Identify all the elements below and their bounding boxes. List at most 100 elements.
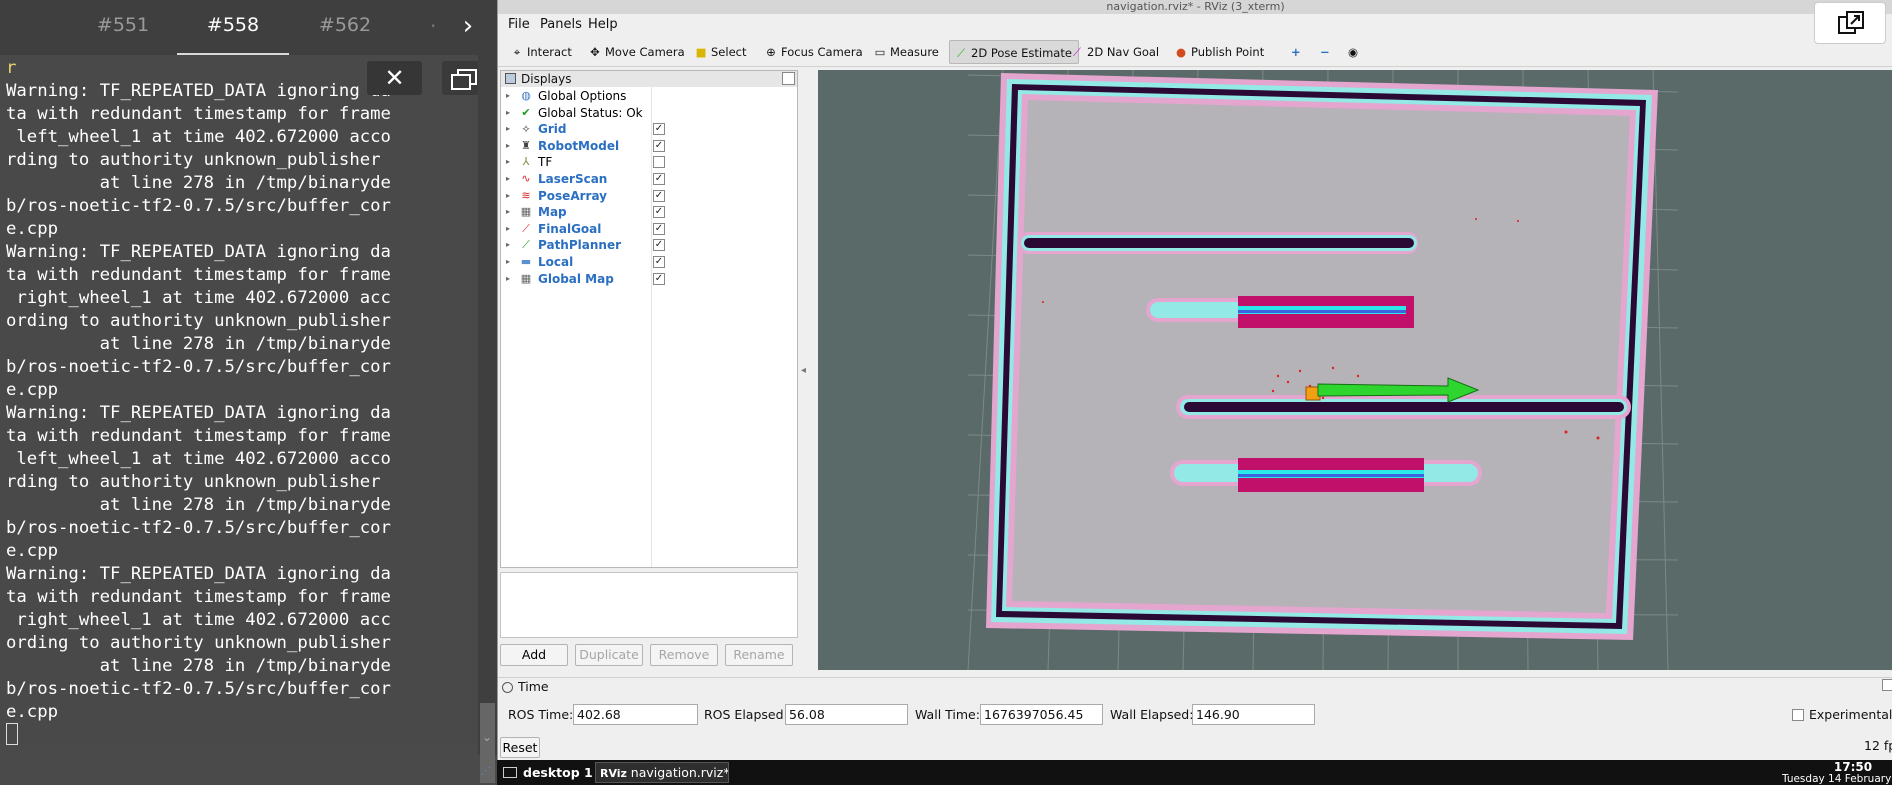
tool-publish-point[interactable]: ● Publish Point: [1170, 40, 1270, 64]
display-item-map[interactable]: ▸ ▦ Map ✓: [501, 204, 797, 221]
grid-icon: ⟡: [522, 122, 530, 136]
ros-time-field[interactable]: 402.68: [573, 704, 698, 725]
3d-viewport[interactable]: [818, 70, 1892, 670]
terminal-line: e.cpp: [6, 380, 59, 400]
menu-file[interactable]: File: [508, 17, 530, 32]
display-item-local[interactable]: ▸ ▬ Local ✓: [501, 254, 797, 271]
wall-elapsed-field[interactable]: 146.90: [1192, 704, 1315, 725]
display-item-tf[interactable]: ▸ ⅄ TF: [501, 154, 797, 171]
check-icon: ✔: [521, 105, 531, 119]
taskbar: ⋰ desktop 1 RViz navigation.rviz* -... 1…: [481, 760, 1892, 785]
maximize-window-button[interactable]: [1814, 2, 1886, 44]
panel-undock-button[interactable]: [782, 72, 795, 85]
display-enable-checkbox[interactable]: ✓: [653, 206, 665, 219]
eye-icon[interactable]: ◉: [1344, 40, 1364, 64]
display-enable-checkbox[interactable]: [653, 156, 665, 169]
terminal-line: rding to authority unknown_publisher: [6, 472, 381, 492]
duplicate-display-button[interactable]: Duplicate: [575, 644, 643, 666]
cursor-icon: ⌖: [513, 45, 521, 59]
add-display-button[interactable]: Add: [500, 644, 568, 666]
globe-icon: ◍: [521, 89, 531, 102]
tool-2d-pose-estimate[interactable]: ⟋ 2D Pose Estimate: [949, 40, 1079, 64]
terminal-line: right_wheel_1 at time 402.672000 acc: [6, 610, 391, 630]
map-pin-icon: ●: [1175, 45, 1187, 59]
tool-move-camera[interactable]: ✥ Move Camera: [584, 40, 691, 64]
scroll-down-icon[interactable]: ⌄: [482, 730, 492, 744]
display-item-grid[interactable]: ▸ ⟡ Grid ✓: [501, 121, 797, 138]
menu-panels[interactable]: Panels: [540, 17, 582, 32]
expand-arrow-icon[interactable]: ▸: [506, 254, 510, 270]
wall-elapsed-label: Wall Elapsed:: [1110, 707, 1194, 722]
expand-arrow-icon[interactable]: ▸: [506, 237, 510, 253]
experimental-checkbox[interactable]: [1792, 709, 1804, 721]
terminal-tab-551[interactable]: #551: [92, 0, 154, 55]
display-enable-checkbox[interactable]: ✓: [653, 123, 665, 136]
splitter-handle[interactable]: ◂: [801, 365, 806, 376]
terminal-tab-558[interactable]: #558: [177, 0, 289, 55]
minus-icon[interactable]: −: [1316, 40, 1336, 64]
expand-arrow-icon[interactable]: ▸: [506, 154, 510, 170]
menu-help[interactable]: Help: [588, 17, 618, 32]
tool-measure[interactable]: ▭ Measure: [869, 40, 945, 64]
display-enable-checkbox[interactable]: ✓: [653, 189, 665, 202]
display-item-laserscan[interactable]: ▸ ∿ LaserScan ✓: [501, 171, 797, 188]
display-enable-checkbox[interactable]: ✓: [653, 139, 665, 152]
display-item-finalgoal[interactable]: ▸ ⟋ FinalGoal ✓: [501, 221, 797, 238]
expand-arrow-icon[interactable]: ▸: [506, 204, 510, 220]
time-panel-undock-button[interactable]: [1882, 679, 1892, 691]
display-item-posearray[interactable]: ▸ ≋ PoseArray ✓: [501, 188, 797, 205]
terminal-tab-562[interactable]: #562: [312, 0, 378, 55]
display-item-label: Global Status: Ok: [538, 105, 643, 120]
tool-interact[interactable]: ⌖ Interact: [506, 40, 578, 64]
terminal-line: left_wheel_1 at time 402.672000 acco: [6, 127, 391, 147]
terminal-scrollbar[interactable]: [478, 55, 497, 783]
map-icon: ▦: [520, 205, 532, 219]
display-item-pathplanner[interactable]: ▸ ⟋ PathPlanner ✓: [501, 237, 797, 254]
tool-select[interactable]: ■ Select: [690, 40, 752, 64]
resize-grip-icon: ⋰: [481, 766, 491, 777]
display-enable-checkbox[interactable]: ✓: [653, 256, 665, 268]
expand-arrow-icon[interactable]: ▸: [506, 188, 510, 204]
display-item-label: TF: [538, 155, 553, 170]
terminal-line: Warning: TF_REPEATED_DATA ignoring da: [6, 564, 391, 584]
tool-focus-camera[interactable]: ⊕ Focus Camera: [760, 40, 869, 64]
terminal-line: Warning: TF_REPEATED_DATA ignoring da: [6, 242, 391, 262]
display-description-box: [500, 572, 798, 638]
expand-arrow-icon[interactable]: ▸: [506, 171, 510, 187]
expand-arrow-icon[interactable]: ▸: [506, 121, 510, 137]
rviz-window: navigation.rviz* - RViz (3_xterm) File P…: [497, 0, 1892, 760]
terminal-line: e.cpp: [6, 702, 59, 722]
terminal-line: b/ros-noetic-tf2-0.7.5/src/buffer_cor: [6, 679, 391, 699]
close-icon[interactable]: ✕: [367, 61, 422, 95]
terminal-line: rding to authority unknown_publisher: [6, 150, 381, 170]
display-item-global-status-ok[interactable]: ▸ ✔ Global Status: Ok: [501, 105, 797, 122]
display-enable-checkbox[interactable]: ✓: [653, 173, 665, 185]
ros-elapsed-field[interactable]: 56.08: [785, 704, 908, 725]
expand-arrow-icon[interactable]: ▸: [506, 105, 510, 121]
display-item-global-map[interactable]: ▸ ▦ Global Map ✓: [501, 271, 797, 288]
terminal-window: #551 #558 #562 · › r Warning: TF_REPEATED…: [0, 0, 497, 785]
reset-button[interactable]: Reset: [500, 737, 540, 758]
terminal-line: b/ros-noetic-tf2-0.7.5/src/buffer_cor: [6, 518, 391, 538]
laser-icon: ∿: [521, 172, 531, 185]
display-item-robotmodel[interactable]: ▸ ♜ RobotModel ✓: [501, 138, 797, 155]
expand-arrow-icon[interactable]: ▸: [506, 88, 510, 104]
display-enable-checkbox[interactable]: ✓: [653, 272, 665, 285]
display-enable-checkbox[interactable]: ✓: [653, 222, 665, 235]
tool-2d-nav-goal[interactable]: ⟋ 2D Nav Goal: [1066, 40, 1165, 64]
expand-arrow-icon[interactable]: ▸: [506, 138, 510, 154]
desktop-switcher[interactable]: desktop 1: [503, 764, 593, 782]
expand-arrow-icon[interactable]: ▸: [506, 271, 510, 287]
remove-display-button[interactable]: Remove: [650, 644, 718, 666]
display-item-global-options[interactable]: ▸ ◍ Global Options: [501, 88, 797, 105]
expand-arrow-icon[interactable]: ▸: [506, 221, 510, 237]
display-enable-checkbox[interactable]: ✓: [653, 239, 665, 252]
taskbar-item-rviz[interactable]: RViz navigation.rviz* -...: [595, 762, 729, 783]
terminal-text: r Warning: TF_REPEATED_DATA ignoring da ta…: [6, 57, 476, 724]
window-title: navigation.rviz* - RViz (3_xterm): [498, 0, 1892, 14]
wall-time-field[interactable]: 1676397056.45: [980, 704, 1103, 725]
rename-display-button[interactable]: Rename: [725, 644, 793, 666]
chevron-right-icon[interactable]: ›: [453, 8, 483, 44]
plus-icon[interactable]: +: [1287, 40, 1307, 64]
terminal-output[interactable]: r Warning: TF_REPEATED_DATA ignoring da ta…: [0, 55, 478, 745]
